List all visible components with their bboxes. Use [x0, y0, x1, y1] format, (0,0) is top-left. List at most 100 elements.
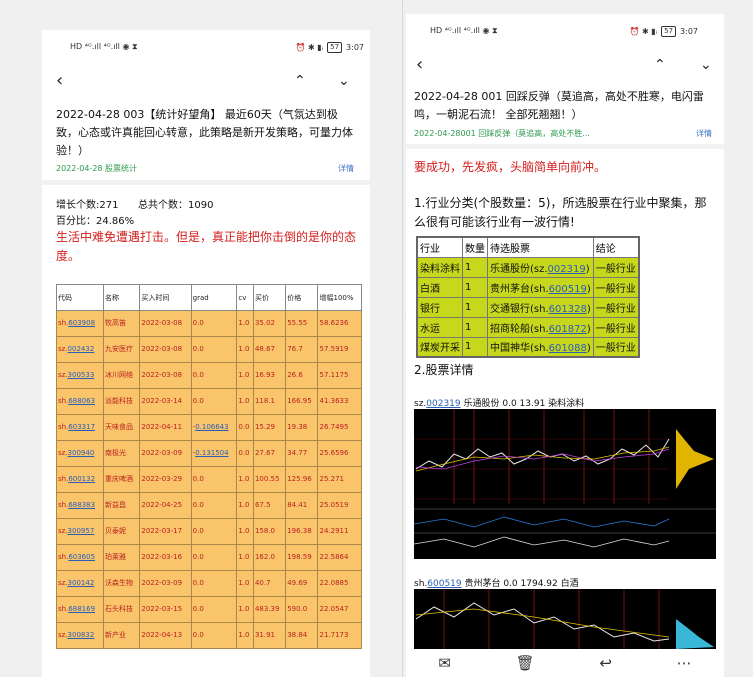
- industry-table: 行业 数量 待选股票 结论 染料涂料 1 乐通股份(sz.002319) 一般行业 白酒 1 贵州…: [416, 236, 640, 358]
- table-row[interactable]: sh.688169 石头科技 2022-03-15 0.0 1.0 483.39 590.0…: [56, 596, 362, 623]
- buy-price-cell: 67.5: [252, 492, 287, 519]
- stock-code-link[interactable]: 603908: [68, 319, 95, 327]
- status-bar-left-icons: HD ⁴ᴳ.ıll ⁴ᴳ.ıll ◉ ⧗: [430, 26, 498, 36]
- chart-vlines: [443, 589, 660, 649]
- stock-code-link[interactable]: 002432: [68, 345, 95, 353]
- code-prefix: sz.: [58, 345, 68, 353]
- alarm-bluetooth-icons: ⏰ ✱ ▮ᵢ: [295, 43, 324, 52]
- detail-link[interactable]: 详情: [696, 128, 712, 139]
- stock-cell: 贵州茅台(sh.600519): [487, 276, 594, 298]
- grad-link[interactable]: 0.106643: [195, 423, 228, 431]
- buy-price-cell: 40.7: [252, 570, 287, 597]
- table-row[interactable]: sz.300940 南极光 2022-03-09 -0.131504 0.0 27.67 3…: [56, 440, 362, 467]
- result-cell: 一般行业: [592, 316, 640, 338]
- cv-cell: 1.0: [236, 336, 254, 363]
- stock-name-cell: 沃森生物: [102, 570, 141, 597]
- back-icon[interactable]: ‹: [416, 54, 423, 76]
- stock-name-cell: 石头科技: [102, 596, 141, 623]
- count-cell: 1: [462, 296, 488, 318]
- table-row[interactable]: sz.300832 新产业 2022-04-13 0.0 1.0 31.91 38.84 21…: [56, 622, 362, 649]
- table-row[interactable]: sz.002432 九安医疗 2022-03-08 0.0 1.0 48.67 76.7 57…: [56, 336, 362, 363]
- stock-code-link[interactable]: 601088: [549, 343, 587, 354]
- more-icon[interactable]: ⋯: [677, 654, 692, 672]
- stock-code-cell: sh.688063: [56, 388, 104, 415]
- alarm-bluetooth-icons: ⏰ ✱ ▮ᵢ: [629, 27, 658, 36]
- stock-name-cell: 重庆啤酒: [102, 466, 141, 493]
- table-row[interactable]: sh.688383 新益昌 2022-04-25 0.0 1.0 67.5 84.41 25.…: [56, 492, 362, 519]
- table-row[interactable]: sz.300533 冰川网络 2022-03-08 0.0 1.0 16.93 26.6 57…: [56, 362, 362, 389]
- chevron-down-icon[interactable]: ⌄: [700, 54, 712, 76]
- code-prefix: sz.: [58, 371, 68, 379]
- slogan-text: 要成功，先发疯，头脑简单向前冲。: [414, 160, 607, 174]
- back-icon[interactable]: ‹: [56, 70, 63, 92]
- column-header: 行业: [416, 236, 463, 258]
- buy-date-cell: 2022-03-08: [139, 310, 192, 337]
- stock-code-link[interactable]: 688383: [68, 501, 95, 509]
- stock-code-link[interactable]: 688063: [68, 397, 95, 405]
- stock-cell: 招商轮船(sh.601872): [487, 316, 594, 338]
- signal-icons: HD ⁴ᴳ.ıll ⁴ᴳ.ıll ◉ ⧗: [430, 26, 498, 35]
- chevron-down-icon[interactable]: ⌄: [338, 70, 350, 92]
- table-row[interactable]: sz.300957 贝泰妮 2022-03-17 0.0 1.0 158.0 196.38 2…: [56, 518, 362, 545]
- stock-code-link[interactable]: 002319: [548, 264, 586, 275]
- industry-cell: 银行: [416, 296, 463, 318]
- grad-link[interactable]: 0.131504: [195, 449, 228, 457]
- stock-code-link[interactable]: 603605: [68, 553, 95, 561]
- table-row[interactable]: sh.600132 重庆啤酒 2022-03-29 0.0 1.0 100.55 125.9…: [56, 466, 362, 493]
- table-row[interactable]: sh.603908 牧高笛 2022-03-08 0.0 1.0 35.02 55.55 58…: [56, 310, 362, 337]
- stock-name-cell: 南极光: [102, 440, 141, 467]
- stock1-code-link[interactable]: 002319: [426, 399, 460, 409]
- code-prefix: sh.: [58, 553, 69, 561]
- stock-code-link[interactable]: 300940: [68, 449, 95, 457]
- section-stock-detail: 2.股票详情: [414, 363, 474, 377]
- count-cell: 1: [462, 256, 488, 278]
- increase-cell: 57.5919: [317, 336, 362, 363]
- reply-icon[interactable]: ↩: [599, 654, 612, 672]
- code-prefix: sh.: [58, 475, 69, 483]
- price-cell: 49.69: [285, 570, 319, 597]
- stock-code-link[interactable]: 300142: [68, 579, 95, 587]
- stock-code-cell: sh.688169: [56, 596, 104, 623]
- buy-price-cell: 158.0: [252, 518, 287, 545]
- mail-icon[interactable]: ✉: [438, 654, 451, 672]
- chevron-up-icon[interactable]: ⌃: [294, 70, 306, 92]
- table-row: 水运 1 招商轮船(sh.601872) 一般行业: [416, 316, 640, 338]
- stock-code-link[interactable]: 601328: [549, 304, 587, 315]
- stock-code-cell: sz.300142: [56, 570, 104, 597]
- column-header: 买入时间: [139, 284, 192, 311]
- stock-code-link[interactable]: 600519: [549, 284, 587, 295]
- buy-price-cell: 162.0: [252, 544, 287, 571]
- table-row[interactable]: sh.688063 派能科技 2022-03-14 0.0 1.0 118.1 166.95…: [56, 388, 362, 415]
- volume-profile: [676, 429, 714, 489]
- chart-grid: [414, 438, 669, 500]
- table-row[interactable]: sh.603605 珀莱雅 2022-03-16 0.0 1.0 162.0 198.59 2…: [56, 544, 362, 571]
- separator: [42, 180, 370, 185]
- chevron-up-icon[interactable]: ⌃: [654, 54, 666, 76]
- clock: 3:07: [680, 27, 698, 36]
- price-line: [415, 602, 670, 642]
- result-cell: 一般行业: [592, 276, 640, 298]
- trash-icon[interactable]: 🗑: [516, 654, 535, 672]
- cv-cell: 0.0: [236, 440, 254, 467]
- detail-link[interactable]: 详情: [338, 163, 354, 174]
- code-prefix: sz.: [58, 527, 68, 535]
- grad-cell: 0.0: [190, 336, 238, 363]
- stock-code-link[interactable]: 600132: [68, 475, 95, 483]
- stock-code-link[interactable]: 300533: [68, 371, 95, 379]
- paren: ): [586, 283, 591, 295]
- stock-code-cell: sz.300940: [56, 440, 104, 467]
- right-email-screen: HD ⁴ᴳ.ıll ⁴ᴳ.ıll ◉ ⧗ ⏰ ✱ ▮ᵢ 57 3:07 ‹ ⌃ …: [406, 14, 724, 677]
- stock-code-link[interactable]: 300957: [68, 527, 95, 535]
- paren: ): [586, 323, 591, 335]
- table-row[interactable]: sh.603317 天味食品 2022-04-11 -0.106643 0.0 15.29…: [56, 414, 362, 441]
- price-cell: 19.38: [285, 414, 319, 441]
- stock-code-link[interactable]: 601872: [549, 324, 587, 335]
- stock-code-link[interactable]: 300832: [68, 631, 95, 639]
- stock2-code-link[interactable]: 600519: [427, 579, 461, 589]
- buy-date-cell: 2022-03-17: [139, 518, 192, 545]
- table-row[interactable]: sz.300142 沃森生物 2022-03-09 0.0 1.0 40.7 49.69 22…: [56, 570, 362, 597]
- stock-code-link[interactable]: 688169: [68, 605, 95, 613]
- stock-code-link[interactable]: 603317: [68, 423, 95, 431]
- price-cell: 26.6: [285, 362, 319, 389]
- clock: 3:07: [346, 43, 364, 52]
